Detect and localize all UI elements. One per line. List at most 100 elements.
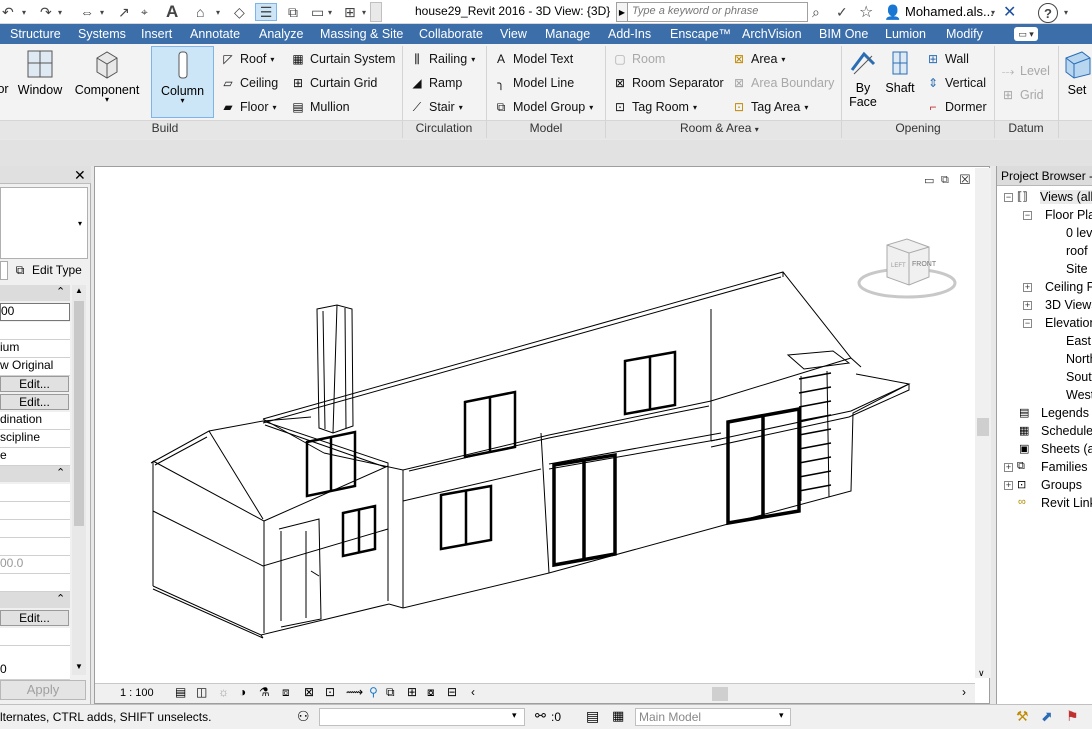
scrollbar-thumb[interactable]	[74, 301, 84, 526]
design-options-icon[interactable]: ▤	[586, 708, 599, 725]
edit-button[interactable]: Edit...	[0, 610, 69, 626]
column-button[interactable]: Column ▾	[151, 46, 214, 118]
select-pinned-icon[interactable]: ⚑	[1066, 708, 1079, 725]
section-icon[interactable]: ◇	[234, 3, 245, 21]
search-input[interactable]: Type a keyword or phrase	[627, 2, 808, 22]
3d-view-icon[interactable]: ⌂	[196, 3, 204, 21]
dropdown-icon[interactable]: ▾	[22, 3, 26, 21]
detail-level-icon[interactable]: ▤	[175, 685, 186, 699]
close-icon[interactable]: ✕	[74, 167, 86, 184]
tree-node-west[interactable]: West	[1066, 388, 1092, 402]
mullion-button[interactable]: ▤ Mullion	[290, 99, 349, 115]
scroll-down-icon[interactable]: ▼	[75, 662, 83, 671]
floor-button[interactable]: ▰ Floor ▾	[220, 99, 276, 115]
tree-node-legends[interactable]: Legends	[1041, 406, 1089, 420]
edit-type-button[interactable]: ⧉ Edit Type	[12, 262, 82, 278]
horizontal-scroll-thumb[interactable]	[712, 687, 728, 701]
tree-node-site[interactable]: Site	[1066, 262, 1088, 276]
tab-bim-one[interactable]: BIM One	[819, 27, 868, 41]
temporary-hide-icon[interactable]: ⟿	[346, 685, 363, 699]
set-workplane-button[interactable]: Set	[1062, 48, 1092, 97]
editing-requests-icon[interactable]: ⚯	[535, 708, 546, 724]
crop-view-icon[interactable]: ⧈	[282, 685, 290, 700]
thin-lines-icon[interactable]: ☰	[255, 3, 277, 21]
scrollbar-thumb[interactable]	[977, 418, 989, 436]
edit-button[interactable]: Edit...	[0, 394, 69, 410]
model-group-button[interactable]: ⧉ Model Group ▾	[493, 99, 594, 115]
tree-node-floor-plans[interactable]: Floor Pla	[1045, 208, 1092, 222]
3d-viewport[interactable]: LEFT FRONT ▭ ⧉ ☒	[94, 166, 990, 704]
show-crop-icon[interactable]: ⊠	[304, 685, 314, 699]
ramp-button[interactable]: ◢ Ramp	[409, 75, 462, 91]
collapse-toggle[interactable]: −	[1023, 211, 1032, 220]
sun-path-icon[interactable]: ☼	[218, 685, 229, 699]
viewcube[interactable]: LEFT FRONT	[857, 235, 957, 305]
viewport-vertical-scrollbar[interactable]: ∨	[975, 168, 991, 678]
tab-insert[interactable]: Insert	[141, 27, 172, 41]
tree-node-north[interactable]: North	[1066, 352, 1092, 366]
view-restore-icon[interactable]: ⧉	[941, 174, 949, 187]
design-option-dropdown[interactable]: Main Model	[635, 708, 791, 726]
tag-icon[interactable]: ⌖	[141, 3, 148, 21]
tab-lumion[interactable]: Lumion	[885, 27, 926, 41]
tab-annotate[interactable]: Annotate	[190, 27, 240, 41]
scroll-up-icon[interactable]: ▲	[75, 286, 83, 295]
tab-add-ins[interactable]: Add-Ins	[608, 27, 651, 41]
room-area-panel-title[interactable]: Room & Area ▾	[680, 121, 759, 135]
subscription-icon[interactable]: ✓	[836, 3, 848, 21]
help-icon[interactable]: ?	[1038, 3, 1058, 23]
dropdown-icon[interactable]: ▾	[362, 3, 366, 21]
select-underlay-icon[interactable]: ⬈	[1041, 708, 1053, 725]
vertical-opening-button[interactable]: ⇕ Vertical	[925, 75, 986, 91]
tree-node-elevations[interactable]: Elevation	[1045, 316, 1092, 330]
tree-node-east[interactable]: East	[1066, 334, 1091, 348]
scroll-down-icon[interactable]: ∨	[978, 668, 985, 679]
roof-button[interactable]: ◸ Roof ▾	[220, 51, 274, 67]
undo-icon[interactable]: ↶	[2, 3, 14, 21]
filter-dropdown[interactable]	[0, 261, 8, 280]
tab-view[interactable]: View	[500, 27, 527, 41]
type-selector[interactable]	[0, 187, 88, 259]
close-hidden-icon[interactable]: ⧉	[288, 3, 298, 21]
exclude-options-icon[interactable]: ▦	[612, 708, 624, 724]
lock-view-icon[interactable]: ⊡	[325, 685, 335, 699]
wall-opening-button[interactable]: ⊞ Wall	[925, 51, 969, 67]
expand-toggle[interactable]: +	[1004, 463, 1013, 472]
dropdown-icon[interactable]: ▾	[100, 3, 104, 21]
collapse-toggle[interactable]: −	[1023, 319, 1032, 328]
binoculars-icon[interactable]: ⌕	[812, 3, 820, 21]
model-line-button[interactable]: ╮ Model Line	[493, 75, 574, 91]
redo-icon[interactable]: ↷	[40, 3, 52, 21]
minimize-ribbon-icon[interactable]: ▭ ▾	[1014, 27, 1038, 41]
tree-node-level-0[interactable]: 0 leve	[1066, 226, 1092, 240]
room-button[interactable]: ▢ Room	[612, 51, 665, 67]
tag-room-button[interactable]: ⊡ Tag Room ▾	[612, 99, 697, 115]
shadows-icon[interactable]: ◑	[239, 685, 246, 699]
tab-archvision[interactable]: ArchVision	[742, 27, 802, 41]
grid-button[interactable]: ⊞ Grid	[1000, 87, 1044, 103]
worksets-icon[interactable]: ⚇	[297, 708, 310, 725]
constraints-icon[interactable]: ⊟	[447, 685, 457, 699]
tab-massing-site[interactable]: Massing & Site	[320, 27, 403, 41]
visual-style-icon[interactable]: ◫	[196, 685, 207, 699]
view-close-icon[interactable]: ☒	[959, 172, 971, 188]
temporary-view-icon[interactable]: ⧉	[386, 685, 395, 700]
tab-analyze[interactable]: Analyze	[259, 27, 303, 41]
curtain-system-button[interactable]: ▦ Curtain System	[290, 51, 395, 67]
area-button[interactable]: ⊠ Area ▾	[731, 51, 785, 67]
tab-structure[interactable]: Structure	[10, 27, 61, 41]
collapse-icon[interactable]: ⌃	[56, 285, 65, 298]
user-icon[interactable]: 👤	[884, 3, 901, 21]
tab-collaborate[interactable]: Collaborate	[419, 27, 483, 41]
scroll-left-icon[interactable]: ‹	[471, 685, 475, 699]
measure-icon[interactable]: ⇔	[80, 3, 94, 21]
shaft-button[interactable]: Shaft	[883, 48, 917, 95]
tree-node-schedules[interactable]: Schedules	[1041, 424, 1092, 438]
workset-icon[interactable]: ⊞	[344, 3, 356, 21]
workset-dropdown[interactable]	[319, 708, 525, 726]
favorites-icon[interactable]: ☆	[859, 3, 873, 21]
select-links-icon[interactable]: ⚒	[1016, 708, 1029, 725]
model-text-button[interactable]: A Model Text	[493, 51, 573, 67]
dropdown-icon[interactable]: ▾	[216, 3, 220, 21]
dormer-button[interactable]: ⌐ Dormer	[925, 99, 986, 115]
